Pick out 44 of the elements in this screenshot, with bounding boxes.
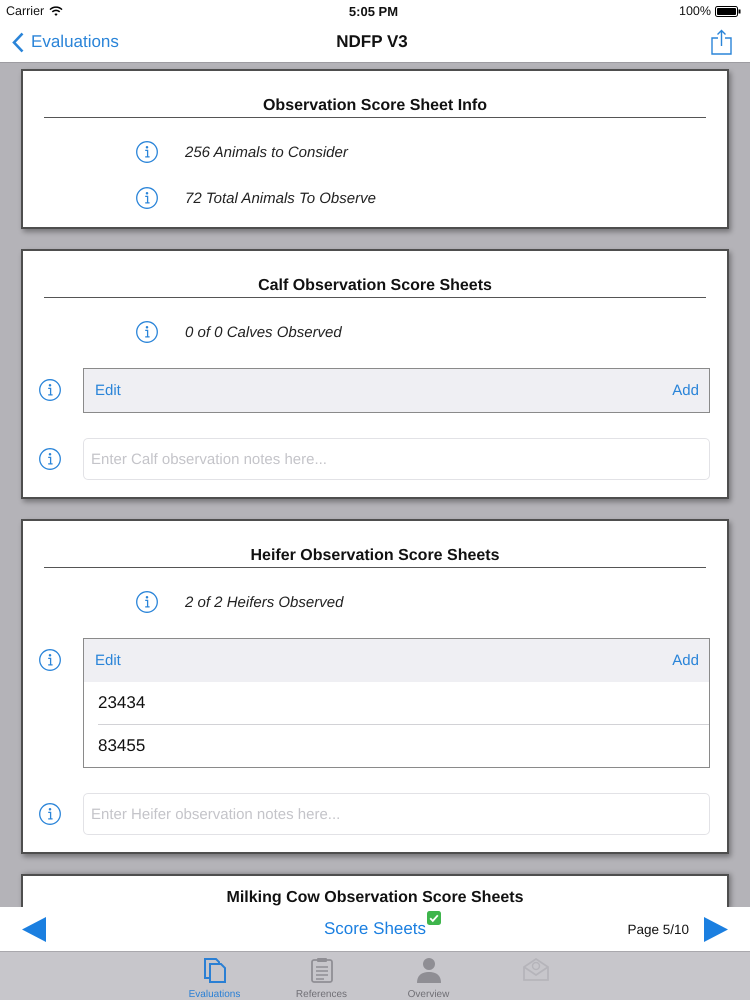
section-title-button[interactable]: Score Sheets	[324, 919, 426, 939]
carrier-text: Carrier	[6, 4, 44, 18]
section-title: Heifer Observation Score Sheets	[250, 546, 500, 566]
fact-text: 0 of 0 Calves Observed	[185, 324, 342, 340]
battery-icon	[715, 6, 741, 16]
nav-title: NDFP V3	[336, 32, 408, 52]
info-icon[interactable]	[39, 649, 61, 671]
triangle-right-icon	[704, 916, 728, 942]
tab-bar-item[interactable]: Overview	[375, 952, 482, 1000]
edit-button[interactable]: Edit	[95, 382, 121, 399]
add-button[interactable]: Add	[672, 652, 699, 669]
battery-text: 100%	[679, 4, 711, 18]
share-icon	[711, 29, 732, 55]
tab-bar-item[interactable]: Evaluations	[161, 952, 268, 1000]
tab-bar-item[interactable]: References	[268, 952, 375, 1000]
clipboard-icon	[310, 957, 332, 983]
info-icon[interactable]	[39, 803, 61, 825]
previous-page-button[interactable]	[22, 916, 46, 942]
notes-field[interactable]: Enter Heifer observation notes here...	[83, 793, 710, 835]
info-icon[interactable]	[136, 591, 158, 613]
section-title: Calf Observation Score Sheets	[258, 276, 492, 296]
clock-text: 5:05 PM	[348, 4, 398, 18]
notes-field[interactable]: Enter Calf observation notes here...	[83, 438, 710, 480]
info-icon[interactable]	[136, 187, 158, 209]
section-title: Milking Cow Observation Score Sheets	[226, 888, 524, 907]
info-icon[interactable]	[136, 141, 158, 163]
info-icon[interactable]	[39, 448, 61, 470]
person-icon	[416, 957, 440, 983]
info-icon[interactable]	[39, 379, 61, 401]
documents-icon	[202, 957, 226, 983]
add-button[interactable]: Add	[672, 382, 699, 399]
edit-button[interactable]: Edit	[95, 652, 121, 669]
back-button[interactable]: Evaluations	[12, 32, 119, 52]
share-button[interactable]	[711, 29, 732, 55]
wifi-icon	[49, 6, 64, 16]
fact-text: 2 of 2 Heifers Observed	[185, 594, 344, 610]
triangle-left-icon	[22, 916, 46, 942]
page-indicator: Page 5/10	[627, 922, 689, 936]
fact-text: 72 Total Animals To Observe	[185, 190, 376, 206]
next-page-button[interactable]	[704, 916, 728, 942]
section-title: Observation Score Sheet Info	[262, 96, 488, 116]
chevron-left-icon	[12, 32, 24, 52]
fact-text: 256 Animals to Consider	[185, 144, 348, 160]
info-icon[interactable]	[136, 321, 158, 343]
